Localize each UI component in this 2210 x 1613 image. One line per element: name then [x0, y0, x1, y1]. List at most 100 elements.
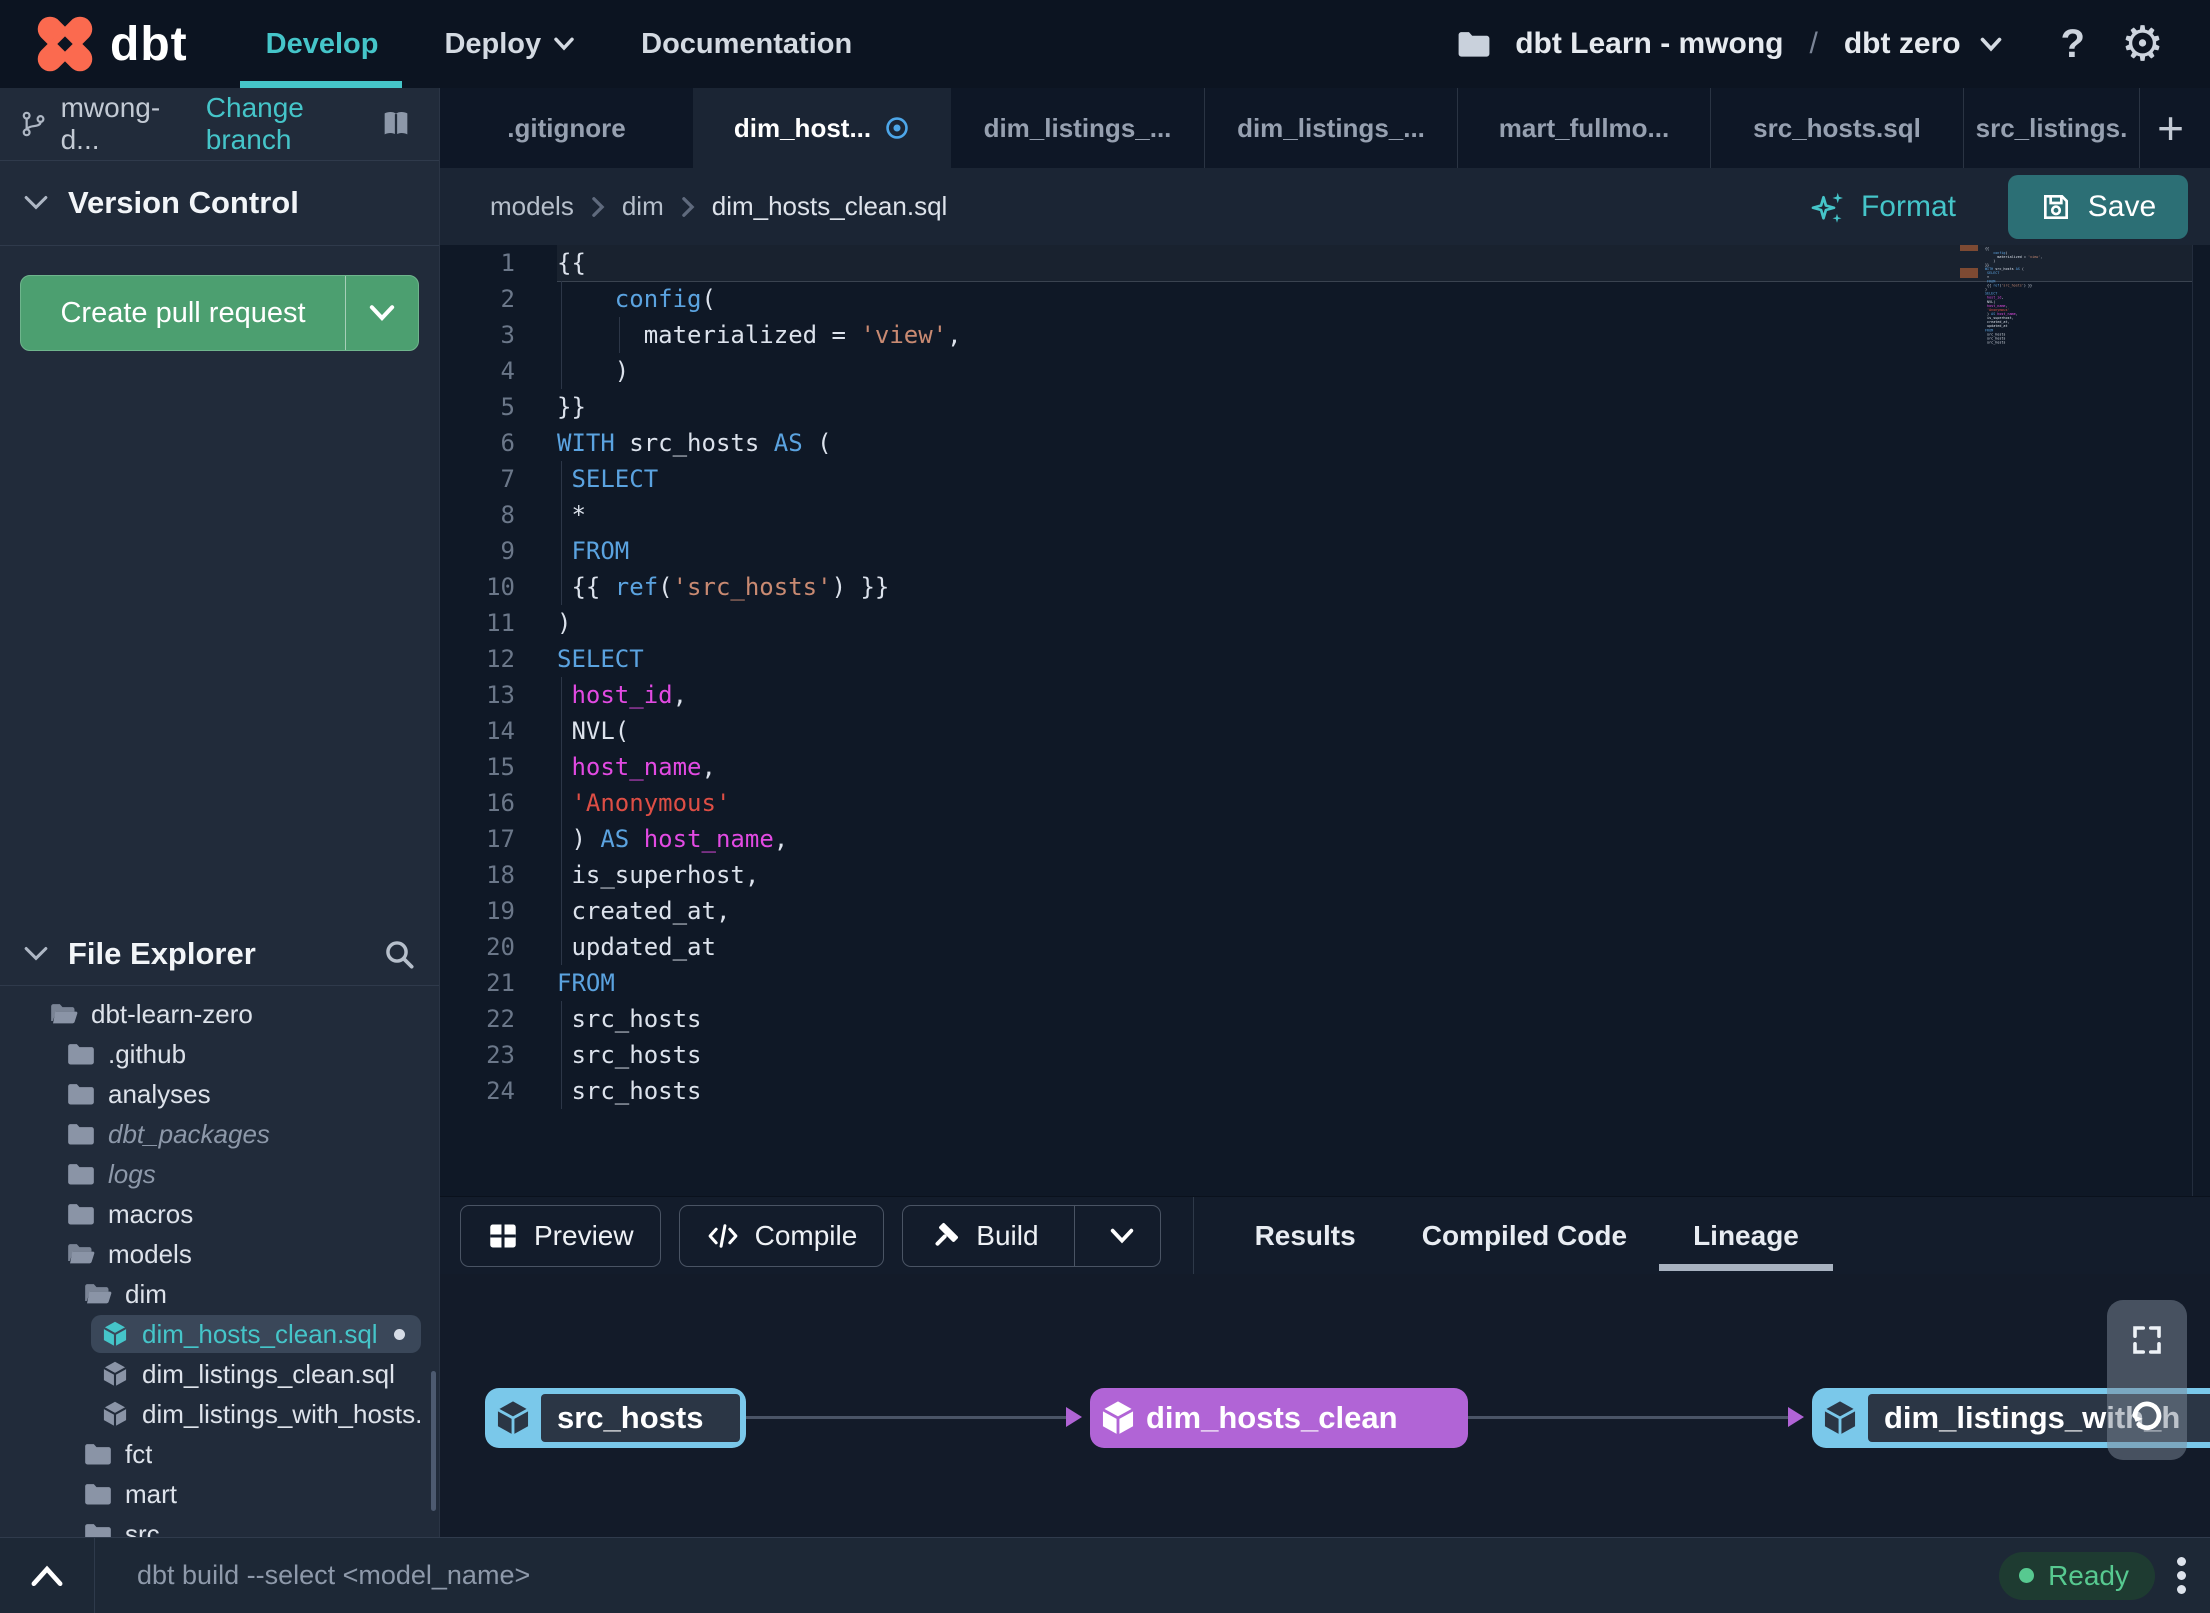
lineage-node-dim_hosts_clean[interactable]: dim_hosts_clean [1090, 1388, 1468, 1448]
file-explorer-header[interactable]: File Explorer [0, 923, 439, 985]
file-tree-item[interactable]: dbt_packages [0, 1114, 439, 1154]
docs-book-icon[interactable] [379, 109, 413, 139]
file-tree: dbt-learn-zero .github analyses dbt_package… [0, 986, 439, 1537]
file-tab-label: mart_fullmo... [1498, 112, 1670, 143]
pr-dropdown-caret[interactable] [346, 304, 418, 322]
code-editor[interactable]: 1 2 3 4 5 6 7 8 9 10 11 12 13 14 15 16 17 18 19 20 21 22 23 24 … [440, 245, 2210, 1196]
code-line: host_id, [557, 677, 2192, 713]
line-number: 14 [486, 717, 515, 745]
divider [1192, 1197, 1194, 1274]
code-area[interactable]: {{ config( materialized = 'view', )}} WIT… [557, 245, 2192, 1109]
file-tab[interactable]: dim_listings_... [951, 88, 1204, 168]
create-pull-request-button[interactable]: Create pull request [20, 275, 419, 351]
line-number-gutter: 1 2 3 4 5 6 7 8 9 10 11 12 13 14 15 16 17 18 19 20 21 22 23 24 [440, 245, 557, 1109]
file-tree-label: dbt_packages [108, 1118, 270, 1149]
search-icon[interactable] [383, 938, 415, 970]
minimap[interactable]: {{ config( materialized = 'view', )}} WIT… [1985, 247, 2047, 367]
build-dropdown-caret[interactable] [1090, 1228, 1134, 1244]
breadcrumb-item[interactable]: models [490, 191, 574, 222]
file-tree-item[interactable]: src [0, 1514, 439, 1537]
lineage-node-label: dim_hosts_clean [1146, 1400, 1398, 1435]
panel-tab-lineage[interactable]: Lineage [1659, 1197, 1833, 1274]
main-menu: Develop Deploy Documentation [239, 0, 852, 88]
file-tree-item[interactable]: fct [0, 1434, 439, 1474]
folder-icon [67, 1202, 95, 1226]
account-name[interactable]: dbt Learn - mwong [1515, 27, 1783, 61]
line-number: 20 [486, 933, 515, 961]
file-tree-item[interactable]: analyses [0, 1074, 439, 1114]
build-button[interactable]: Build [902, 1204, 1161, 1267]
file-tab[interactable]: .gitignore [440, 88, 693, 168]
line-number: 24 [486, 1077, 515, 1105]
project-name[interactable]: dbt zero [1844, 27, 1961, 61]
nav-item-documentation[interactable]: Documentation [641, 0, 852, 88]
file-tree-item[interactable]: logs [0, 1154, 439, 1194]
code-line: FROM [557, 533, 2192, 569]
line-number: 3 [500, 321, 515, 349]
folder-icon [1458, 32, 1490, 57]
model-cube-icon [1812, 1399, 1868, 1437]
file-tree-item[interactable]: dim [0, 1274, 439, 1314]
file-tree-label: dim_listings_with_hosts... [142, 1398, 421, 1429]
lineage-node-src_hosts[interactable]: src_hosts [485, 1388, 746, 1448]
model-cube-icon [101, 1400, 129, 1428]
code-line: ) AS host_name, [557, 821, 2192, 857]
command-bar-toggle[interactable] [0, 1538, 95, 1613]
panel-tab-compiled-code[interactable]: Compiled Code [1422, 1197, 1627, 1274]
nav-item-label: Documentation [641, 27, 853, 60]
file-tree-item[interactable]: .github [0, 1034, 439, 1074]
compile-button[interactable]: Compile [678, 1204, 885, 1267]
lineage-toolbar [2107, 1300, 2187, 1460]
file-tab[interactable]: mart_fullmo... [1457, 88, 1710, 168]
nav-item-develop[interactable]: Develop [239, 0, 403, 88]
code-line: is_superhost, [557, 857, 2192, 893]
new-tab-button[interactable]: + [2139, 88, 2201, 168]
dbt-logo[interactable]: dbt [34, 13, 188, 75]
code-line: src_hosts [557, 1001, 2192, 1037]
file-tab[interactable]: src_listings. [1963, 88, 2139, 168]
file-tree-item[interactable]: models [0, 1234, 439, 1274]
file-tab-label: src_listings. [1975, 112, 2128, 143]
nav-item-deploy[interactable]: Deploy [444, 0, 575, 88]
refresh-icon[interactable] [2125, 1394, 2169, 1438]
settings-gear-icon[interactable]: ⚙ [2121, 20, 2164, 68]
kebab-menu-icon[interactable] [2177, 1557, 2186, 1594]
chevron-down-icon[interactable] [1979, 36, 2003, 53]
action-bar: Preview Compile Build Results Compiled Co… [440, 1196, 2210, 1274]
breadcrumb-item[interactable]: dim [622, 191, 664, 222]
preview-button[interactable]: Preview [460, 1204, 661, 1267]
lineage-edge-arrowhead [1066, 1407, 1082, 1427]
format-button[interactable]: Format [1810, 189, 1956, 225]
scrollbar-thumb[interactable] [431, 1371, 436, 1511]
panel-tab-results[interactable]: Results [1255, 1197, 1356, 1274]
save-button[interactable]: Save [2008, 174, 2188, 239]
file-tree-item[interactable]: macros [0, 1194, 439, 1234]
file-tree-item[interactable]: mart [0, 1474, 439, 1514]
code-line: {{ [557, 245, 2192, 281]
lineage-panel[interactable]: src_hosts dim_hosts_clean dim_listings_wit… [440, 1274, 2210, 1537]
help-button[interactable]: ? [2061, 22, 2085, 67]
line-number: 10 [486, 573, 515, 601]
file-tree-item[interactable]: dim_listings_clean.sql [0, 1354, 439, 1394]
lineage-edge [1468, 1416, 1788, 1419]
file-tab[interactable]: src_hosts.sql [1710, 88, 1963, 168]
file-tab[interactable]: dim_host... [693, 88, 951, 168]
command-input[interactable] [95, 1560, 2000, 1591]
file-tree-item[interactable]: dim_listings_with_hosts... [0, 1394, 439, 1434]
model-cube-icon [101, 1360, 129, 1388]
file-tree-item[interactable]: dbt-learn-zero [0, 994, 439, 1034]
status-label: Ready [2048, 1559, 2129, 1591]
change-branch-link[interactable]: Change branch [206, 92, 365, 156]
code-line: src_hosts [557, 1037, 2192, 1073]
file-tab[interactable]: dim_listings_... [1204, 88, 1457, 168]
create-pull-request-label: Create pull request [60, 296, 306, 329]
version-control-header[interactable]: Version Control [0, 161, 439, 245]
lineage-edge-arrowhead [1788, 1407, 1804, 1427]
fullscreen-icon[interactable] [2129, 1322, 2165, 1358]
file-tree-label: macros [108, 1198, 194, 1229]
code-line: 'Anonymous' [557, 785, 2192, 821]
file-tree-label: mart [125, 1478, 177, 1509]
line-number: 4 [500, 357, 515, 385]
file-tree-item[interactable]: dim_hosts_clean.sql [0, 1314, 439, 1354]
modified-indicator-icon[interactable] [884, 115, 910, 141]
